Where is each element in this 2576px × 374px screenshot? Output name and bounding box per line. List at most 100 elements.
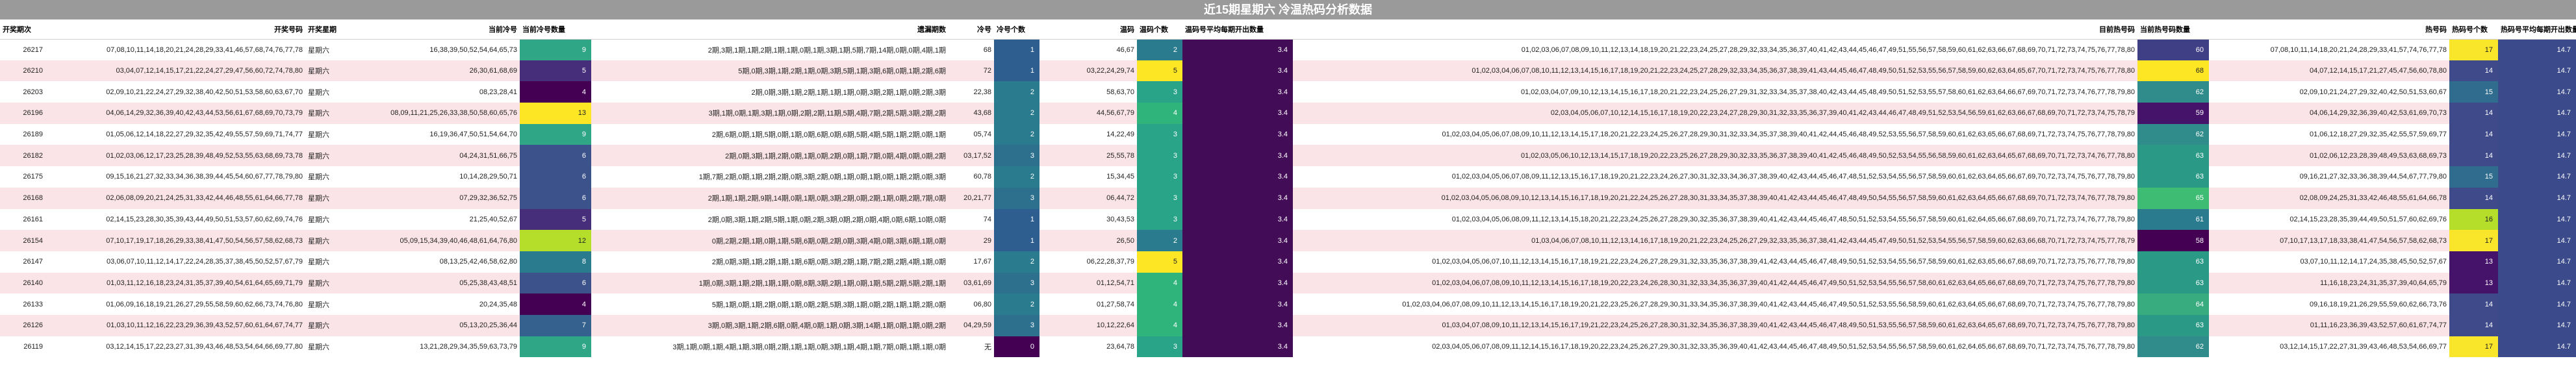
- cell-warm-avg: 3.4: [1182, 103, 1293, 124]
- cell-hot-cur-count: 63: [2137, 251, 2209, 273]
- cell-weekday: 星期六: [305, 60, 357, 82]
- data-table: 开奖期次 开奖号码 开奖星期 当前冷号 当前冷号数量 遗漏期数 冷号 冷号个数 …: [0, 19, 2576, 358]
- cell-cold: 05,25,38,43,48,51: [357, 272, 520, 294]
- cell-hot-n: 14: [2449, 60, 2498, 82]
- cell-hot-n: 13: [2449, 251, 2498, 273]
- cell-hot-cur: 02,03,04,05,06,07,08,09,11,12,14,15,16,1…: [1293, 336, 2137, 358]
- cell-numbers: 07,08,10,11,14,18,20,21,24,28,29,33,41,4…: [45, 39, 305, 60]
- cell-warm: 06,44,72: [1039, 187, 1137, 209]
- cell-cold-n: 2: [994, 103, 1039, 124]
- cell-hot: 02,09,10,21,24,27,29,32,40,42,50,51,53,6…: [2209, 81, 2449, 103]
- table-row: 26147 03,06,07,10,11,12,14,17,22,24,28,35…: [0, 251, 2576, 273]
- cell-cold-num: 29: [949, 230, 994, 251]
- cell-warm-n: 4: [1137, 314, 1182, 336]
- cell-miss: 2期,0期,3期,1期,2期,0期,1期,0期,2期,0期,1期,7期,0期,4…: [591, 145, 949, 167]
- cell-cold: 16,19,36,47,50,51,54,64,70: [357, 123, 520, 145]
- cell-cold-n: 1: [994, 230, 1039, 251]
- cell-miss: 1期,0期,3期,1期,2期,1期,1期,0期,8期,3期,2期,1期,0期,1…: [591, 272, 949, 294]
- cell-cold: 04,24,31,51,66,75: [357, 145, 520, 167]
- cell-cold: 13,21,28,29,34,35,59,63,73,79: [357, 336, 520, 358]
- cell-hot-avg: 14.7: [2498, 123, 2576, 145]
- cell-weekday: 星期六: [305, 103, 357, 124]
- cell-warm-avg: 3.4: [1182, 272, 1293, 294]
- cell-warm-n: 3: [1137, 166, 1182, 188]
- cell-hot-avg: 14.7: [2498, 251, 2576, 273]
- cell-hot: 07,08,10,11,14,18,20,21,24,28,29,33,41,5…: [2209, 39, 2449, 60]
- cell-hot-cur: 01,02,03,04,05,06,07,08,09,11,12,13,15,1…: [1293, 166, 2137, 188]
- cell-miss: 0期,2期,2期,1期,0期,1期,5期,6期,0期,2期,0期,3期,4期,0…: [591, 230, 949, 251]
- cell-hot-cur-count: 62: [2137, 81, 2209, 103]
- cell-cold-num: 22,38: [949, 81, 994, 103]
- cell-hot-n: 13: [2449, 272, 2498, 294]
- cell-weekday: 星期六: [305, 81, 357, 103]
- cell-hot: 01,06,12,18,27,29,32,35,42,55,57,59,69,7…: [2209, 123, 2449, 145]
- col-header: 当前冷号数量: [520, 19, 591, 40]
- cell-weekday: 星期六: [305, 272, 357, 294]
- cell-weekday: 星期六: [305, 336, 357, 358]
- cell-warm-n: 5: [1137, 251, 1182, 273]
- table-row: 26189 01,05,06,12,14,18,22,27,29,32,35,42…: [0, 123, 2576, 145]
- cell-cold-count: 7: [520, 314, 591, 336]
- cell-hot-n: 17: [2449, 39, 2498, 60]
- cell-hot: 01,11,16,23,36,39,43,52,57,60,61,67,74,7…: [2209, 314, 2449, 336]
- cell-numbers: 02,14,15,23,28,30,35,39,43,44,49,50,51,5…: [45, 208, 305, 231]
- cell-numbers: 07,10,17,19,17,18,26,29,33,38,41,47,50,5…: [45, 230, 305, 251]
- cell-cold-num: 20,21,77: [949, 187, 994, 209]
- cell-hot-cur: 01,02,03,04,06,07,08,09,10,11,12,13,14,1…: [1293, 293, 2137, 315]
- col-header: 开奖期次: [0, 19, 45, 40]
- cell-cold-num: 无: [949, 336, 994, 358]
- table-row: 26203 02,09,10,21,22,24,27,29,32,38,40,42…: [0, 81, 2576, 103]
- cell-weekday: 星期六: [305, 166, 357, 188]
- cell-cold-num: 60,78: [949, 166, 994, 188]
- cell-hot-cur-count: 63: [2137, 272, 2209, 294]
- cell-hot-cur-count: 62: [2137, 123, 2209, 145]
- cell-miss: 3期,1期,0期,1期,3期,1期,0期,2期,2期,11期,5期,4期,7期,…: [591, 103, 949, 124]
- cell-warm: 58,63,70: [1039, 81, 1137, 103]
- cell-cold: 05,09,15,34,39,40,46,48,61,64,76,80: [357, 230, 520, 251]
- cell-hot: 07,10,17,13,17,18,33,38,41,47,54,56,57,5…: [2209, 230, 2449, 251]
- cell-cold: 08,13,25,42,46,58,62,80: [357, 251, 520, 273]
- cell-period: 26217: [0, 39, 45, 60]
- cell-cold-count: 9: [520, 39, 591, 60]
- cell-cold: 08,23,28,41: [357, 81, 520, 103]
- table-body: 26217 07,08,10,11,14,18,20,21,24,28,29,33…: [0, 39, 2576, 358]
- cell-cold-count: 12: [520, 230, 591, 251]
- cell-hot-avg: 14.7: [2498, 39, 2576, 60]
- cell-weekday: 星期六: [305, 314, 357, 336]
- cell-cold-n: 2: [994, 166, 1039, 188]
- cell-cold: 08,09,11,21,25,26,33,38,50,58,60,65,76: [357, 103, 520, 124]
- cell-cold-n: 2: [994, 251, 1039, 273]
- cell-miss: 2期,0期,3期,1期,2期,5期,1期,0期,2期,3期,0期,2期,0期,4…: [591, 208, 949, 231]
- cell-miss: 2期,0期,3期,1期,2期,1期,1期,6期,0期,3期,2期,1期,7期,2…: [591, 251, 949, 273]
- cell-numbers: 01,02,03,06,12,17,23,25,28,39,48,49,52,5…: [45, 145, 305, 167]
- cell-cold-count: 6: [520, 166, 591, 188]
- cell-hot-cur: 01,02,03,05,06,10,12,13,14,15,17,18,19,2…: [1293, 145, 2137, 167]
- table-row: 26168 02,06,08,09,20,21,24,25,31,33,42,44…: [0, 187, 2576, 209]
- table-row: 26182 01,02,03,06,12,17,23,25,28,39,48,49…: [0, 145, 2576, 167]
- cell-hot-cur-count: 58: [2137, 230, 2209, 251]
- cell-numbers: 02,06,08,09,20,21,24,25,31,33,42,44,46,4…: [45, 187, 305, 209]
- cell-hot-cur: 01,02,03,04,05,06,08,09,10,12,13,14,15,1…: [1293, 187, 2137, 209]
- cell-miss: 1期,7期,2期,0期,1期,2期,2期,0期,3期,2期,0期,1期,0期,1…: [591, 166, 949, 188]
- cell-cold-num: 68: [949, 39, 994, 60]
- cell-hot-cur-count: 63: [2137, 314, 2209, 336]
- cell-cold-n: 2: [994, 123, 1039, 145]
- cell-numbers: 01,06,09,16,18,19,21,26,27,29,55,58,59,6…: [45, 293, 305, 315]
- cell-numbers: 01,03,11,12,16,18,23,24,31,35,37,39,40,5…: [45, 272, 305, 294]
- col-header: 开奖号码: [45, 19, 305, 40]
- cell-period: 26196: [0, 103, 45, 124]
- cell-weekday: 星期六: [305, 39, 357, 60]
- cell-period: 26203: [0, 81, 45, 103]
- cell-cold-count: 9: [520, 336, 591, 358]
- cell-warm-avg: 3.4: [1182, 166, 1293, 188]
- cell-warm-avg: 3.4: [1182, 81, 1293, 103]
- cell-cold-count: 6: [520, 145, 591, 167]
- col-header: 温码: [1039, 19, 1137, 40]
- cell-cold-n: 3: [994, 187, 1039, 209]
- col-header: 冷号个数: [994, 19, 1039, 40]
- cell-warm-avg: 3.4: [1182, 230, 1293, 251]
- cell-warm-n: 3: [1137, 208, 1182, 231]
- cell-hot-n: 15: [2449, 81, 2498, 103]
- cell-hot-cur-count: 59: [2137, 103, 2209, 124]
- cell-warm-avg: 3.4: [1182, 336, 1293, 358]
